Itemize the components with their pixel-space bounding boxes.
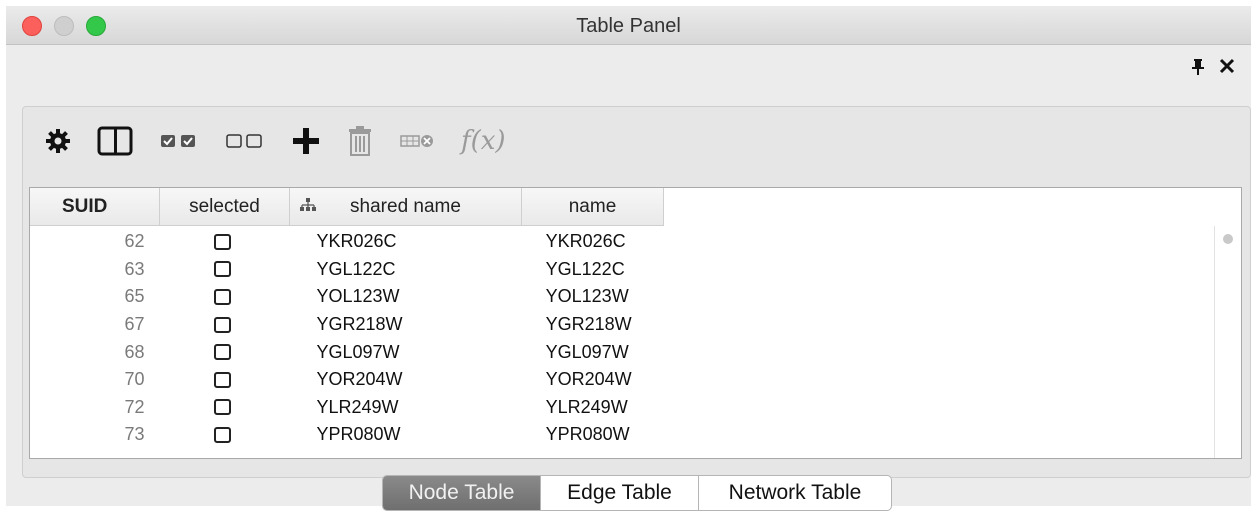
- cell-name: YKR026C: [545, 231, 626, 252]
- table-panel-window: Table Panel f(x) SUID selected shared na…: [6, 6, 1251, 511]
- panel-controls: [1191, 58, 1235, 81]
- cell-shared-name: YGL097W: [316, 341, 400, 362]
- table-row[interactable]: 65 YOL123W YOL123W: [30, 283, 670, 311]
- cell-shared-name: YKR026C: [316, 231, 397, 252]
- table-body: 62 YKR026C YKR026C 63 YGL122C YGL122C 65 YOL123…: [30, 228, 670, 449]
- table-row[interactable]: 67 YGR218W YGR218W: [30, 311, 670, 339]
- selected-checkbox[interactable]: [213, 288, 231, 305]
- cell-selected: [145, 371, 301, 388]
- cell-selected: [145, 344, 301, 361]
- cell-shared-name: YPR080W: [316, 424, 401, 445]
- table-header: SUID selected shared name name: [30, 188, 664, 226]
- trash-icon[interactable]: [347, 123, 373, 159]
- cell-suid: 67: [124, 314, 145, 335]
- tab-edge-table[interactable]: Edge Table: [541, 476, 699, 510]
- cell-suid: 72: [124, 396, 145, 417]
- column-header-suid[interactable]: SUID: [30, 188, 160, 226]
- tab-network-table[interactable]: Network Table: [699, 476, 891, 510]
- table-row[interactable]: 73 YPR080W YPR080W: [30, 421, 670, 449]
- selected-checkbox[interactable]: [213, 426, 231, 443]
- vertical-scrollbar[interactable]: [1214, 226, 1241, 458]
- cell-name: YOL123W: [545, 286, 629, 307]
- gear-icon[interactable]: [45, 123, 71, 159]
- table-row[interactable]: 72 YLR249W YLR249W: [30, 394, 670, 422]
- cell-selected: [145, 261, 301, 278]
- cell-shared-name: YGL122C: [316, 258, 396, 279]
- cell-name: YLR249W: [545, 396, 628, 417]
- selected-checkbox[interactable]: [213, 399, 231, 416]
- cell-selected: [145, 399, 301, 416]
- delete-column-icon[interactable]: [399, 123, 435, 159]
- cell-shared-name: YGR218W: [316, 314, 403, 335]
- cell-suid: 65: [124, 286, 145, 307]
- selected-checkbox[interactable]: [213, 261, 231, 278]
- deselect-all-icon[interactable]: [225, 123, 265, 159]
- column-header-shared-name-label: shared name: [350, 195, 461, 217]
- function-label: f(x): [461, 126, 506, 156]
- table-type-tabs: Node Table Edge Table Network Table: [382, 475, 892, 511]
- add-icon[interactable]: [291, 123, 321, 159]
- cell-name: YGL122C: [545, 258, 625, 279]
- network-column-icon: [300, 198, 316, 211]
- cell-selected: [145, 316, 301, 333]
- cell-name: YOR204W: [545, 369, 632, 390]
- window-title: Table Panel: [576, 15, 681, 37]
- function-icon[interactable]: f(x): [461, 123, 506, 159]
- selected-checkbox[interactable]: [213, 316, 231, 333]
- column-toggle-icon[interactable]: [97, 123, 133, 159]
- cell-suid: 62: [124, 231, 145, 252]
- selected-checkbox[interactable]: [213, 344, 231, 361]
- cell-selected: [145, 426, 301, 443]
- table-row[interactable]: 68 YGL097W YGL097W: [30, 338, 670, 366]
- title-bar: Table Panel: [6, 6, 1251, 45]
- selected-checkbox[interactable]: [213, 371, 231, 388]
- cell-selected: [145, 233, 301, 250]
- cell-suid: 63: [124, 258, 145, 279]
- select-all-icon[interactable]: [159, 123, 199, 159]
- cell-name: YGR218W: [545, 314, 632, 335]
- cell-name: YPR080W: [545, 424, 630, 445]
- table-row[interactable]: 70 YOR204W YOR204W: [30, 366, 670, 394]
- column-header-name[interactable]: name: [522, 188, 664, 226]
- table-row[interactable]: 63 YGL122C YGL122C: [30, 256, 670, 284]
- tab-node-table[interactable]: Node Table: [383, 476, 541, 510]
- table-panel: f(x) SUID selected shared name name 62 YK…: [22, 106, 1251, 478]
- cell-selected: [145, 288, 301, 305]
- cell-name: YGL097W: [545, 341, 629, 362]
- cell-suid: 70: [124, 369, 145, 390]
- column-header-selected[interactable]: selected: [160, 188, 290, 226]
- column-header-shared-name[interactable]: shared name: [290, 188, 522, 226]
- table-row[interactable]: 62 YKR026C YKR026C: [30, 228, 670, 256]
- cell-shared-name: YOR204W: [316, 369, 403, 390]
- cell-suid: 68: [124, 341, 145, 362]
- cell-shared-name: YOL123W: [316, 286, 400, 307]
- cell-shared-name: YLR249W: [316, 396, 399, 417]
- close-icon[interactable]: [1219, 58, 1235, 81]
- cell-suid: 73: [124, 424, 145, 445]
- toolbar: f(x): [45, 121, 532, 161]
- node-table: SUID selected shared name name 62 YKR026C…: [29, 187, 1242, 459]
- selected-checkbox[interactable]: [213, 233, 231, 250]
- pin-icon[interactable]: [1191, 58, 1205, 81]
- scrollbar-thumb[interactable]: [1223, 234, 1233, 244]
